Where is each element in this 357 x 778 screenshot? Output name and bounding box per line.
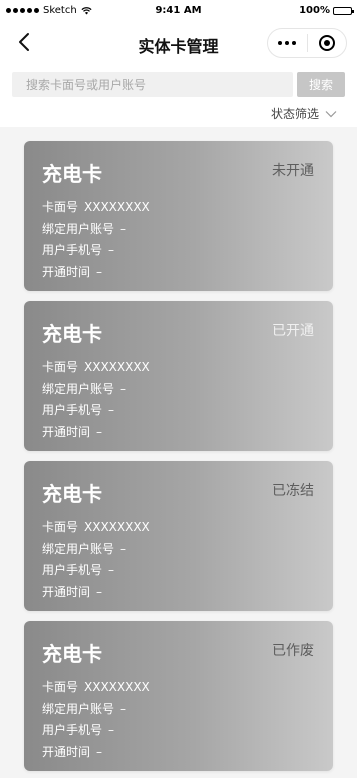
card-number-row: 卡面号 XXXXXXXX [42, 197, 150, 219]
card-status-badge: 已冻结 [272, 483, 314, 499]
bound-account-label: 绑定用户账号 [42, 541, 115, 556]
activation-time-label: 开通时间 [42, 584, 91, 599]
user-phone-row: 用户手机号 – [42, 720, 150, 742]
battery-percent: 100% [299, 5, 330, 16]
activation-time-value: – [96, 264, 103, 279]
activation-time-value: – [96, 744, 103, 759]
user-phone-value: – [108, 243, 115, 257]
card-number-row: 卡面号 XXXXXXXX [42, 517, 150, 539]
user-phone-label: 用户手机号 [42, 563, 103, 577]
card-number-label: 卡面号 [42, 360, 79, 374]
search-bar: 搜索 [0, 64, 357, 101]
activation-time-label: 开通时间 [42, 424, 91, 439]
card-title: 充电卡 [42, 322, 102, 346]
card-number-label: 卡面号 [42, 520, 79, 534]
user-phone-row: 用户手机号 – [42, 240, 150, 262]
card-status-badge: 已作废 [272, 643, 314, 659]
card-number-value: XXXXXXXX [84, 200, 150, 214]
chevron-down-icon [325, 110, 337, 117]
bound-account-row: 绑定用户账号 – [42, 699, 150, 721]
bound-account-label: 绑定用户账号 [42, 381, 115, 396]
card-details: 卡面号 XXXXXXXX 绑定用户账号 – 用户手机号 – 开通时间 – [42, 357, 150, 443]
user-phone-row: 用户手机号 – [42, 560, 150, 582]
user-phone-row: 用户手机号 – [42, 400, 150, 422]
card-number-row: 卡面号 XXXXXXXX [42, 357, 150, 379]
card-number-value: XXXXXXXX [84, 360, 150, 374]
bound-account-row: 绑定用户账号 – [42, 219, 150, 241]
bound-account-value: – [120, 701, 127, 716]
nav-bar: 实体卡管理 [0, 22, 357, 64]
card-title: 充电卡 [42, 482, 102, 506]
search-button[interactable]: 搜索 [297, 72, 345, 97]
card-details: 卡面号 XXXXXXXX 绑定用户账号 – 用户手机号 – 开通时间 – [42, 677, 150, 763]
user-phone-label: 用户手机号 [42, 723, 103, 737]
activation-time-row: 开通时间 – [42, 422, 150, 444]
card-details: 卡面号 XXXXXXXX 绑定用户账号 – 用户手机号 – 开通时间 – [42, 197, 150, 283]
activation-time-row: 开通时间 – [42, 742, 150, 764]
status-filter-label: 状态筛选 [270, 107, 319, 121]
more-dots-icon[interactable] [268, 29, 307, 57]
user-phone-value: – [108, 403, 115, 417]
card-status-badge: 未开通 [272, 163, 314, 179]
charging-card[interactable]: 充电卡 未开通 卡面号 XXXXXXXX 绑定用户账号 – 用户手机号 – 开通时间 – [24, 141, 333, 291]
bound-account-row: 绑定用户账号 – [42, 539, 150, 561]
card-number-row: 卡面号 XXXXXXXX [42, 677, 150, 699]
activation-time-label: 开通时间 [42, 744, 91, 759]
status-right: 100% [299, 5, 354, 16]
card-number-label: 卡面号 [42, 200, 79, 214]
bound-account-value: – [120, 541, 127, 556]
activation-time-row: 开通时间 – [42, 582, 150, 604]
target-circle-icon[interactable] [308, 29, 347, 57]
bound-account-value: – [120, 381, 127, 396]
activation-time-row: 开通时间 – [42, 262, 150, 284]
card-number-value: XXXXXXXX [84, 680, 150, 694]
activation-time-label: 开通时间 [42, 264, 91, 279]
card-status-badge: 已开通 [272, 323, 314, 339]
bound-account-value: – [120, 221, 127, 236]
status-filter-button[interactable]: 状态筛选 [271, 105, 337, 122]
bound-account-row: 绑定用户账号 – [42, 379, 150, 401]
card-list: 充电卡 未开通 卡面号 XXXXXXXX 绑定用户账号 – 用户手机号 – 开通时间 –… [0, 127, 357, 771]
battery-icon [333, 6, 354, 15]
status-bar: Sketch 9:41 AM 100% [0, 0, 357, 22]
bound-account-label: 绑定用户账号 [42, 701, 115, 716]
card-details: 卡面号 XXXXXXXX 绑定用户账号 – 用户手机号 – 开通时间 – [42, 517, 150, 603]
card-title: 充电卡 [42, 162, 102, 186]
mini-program-capsule [267, 28, 347, 58]
card-number-label: 卡面号 [42, 680, 79, 694]
bound-account-label: 绑定用户账号 [42, 221, 115, 236]
charging-card[interactable]: 充电卡 已冻结 卡面号 XXXXXXXX 绑定用户账号 – 用户手机号 – 开通时间 – [24, 461, 333, 611]
filter-row: 状态筛选 [0, 101, 357, 127]
charging-card[interactable]: 充电卡 已作废 卡面号 XXXXXXXX 绑定用户账号 – 用户手机号 – 开通时间 – [24, 621, 333, 771]
user-phone-value: – [108, 723, 115, 737]
activation-time-value: – [96, 424, 103, 439]
activation-time-value: – [96, 584, 103, 599]
search-input[interactable] [12, 72, 293, 97]
card-title: 充电卡 [42, 642, 102, 666]
user-phone-label: 用户手机号 [42, 403, 103, 417]
user-phone-value: – [108, 563, 115, 577]
card-number-value: XXXXXXXX [84, 520, 150, 534]
charging-card[interactable]: 充电卡 已开通 卡面号 XXXXXXXX 绑定用户账号 – 用户手机号 – 开通时间 – [24, 301, 333, 451]
user-phone-label: 用户手机号 [42, 243, 103, 257]
